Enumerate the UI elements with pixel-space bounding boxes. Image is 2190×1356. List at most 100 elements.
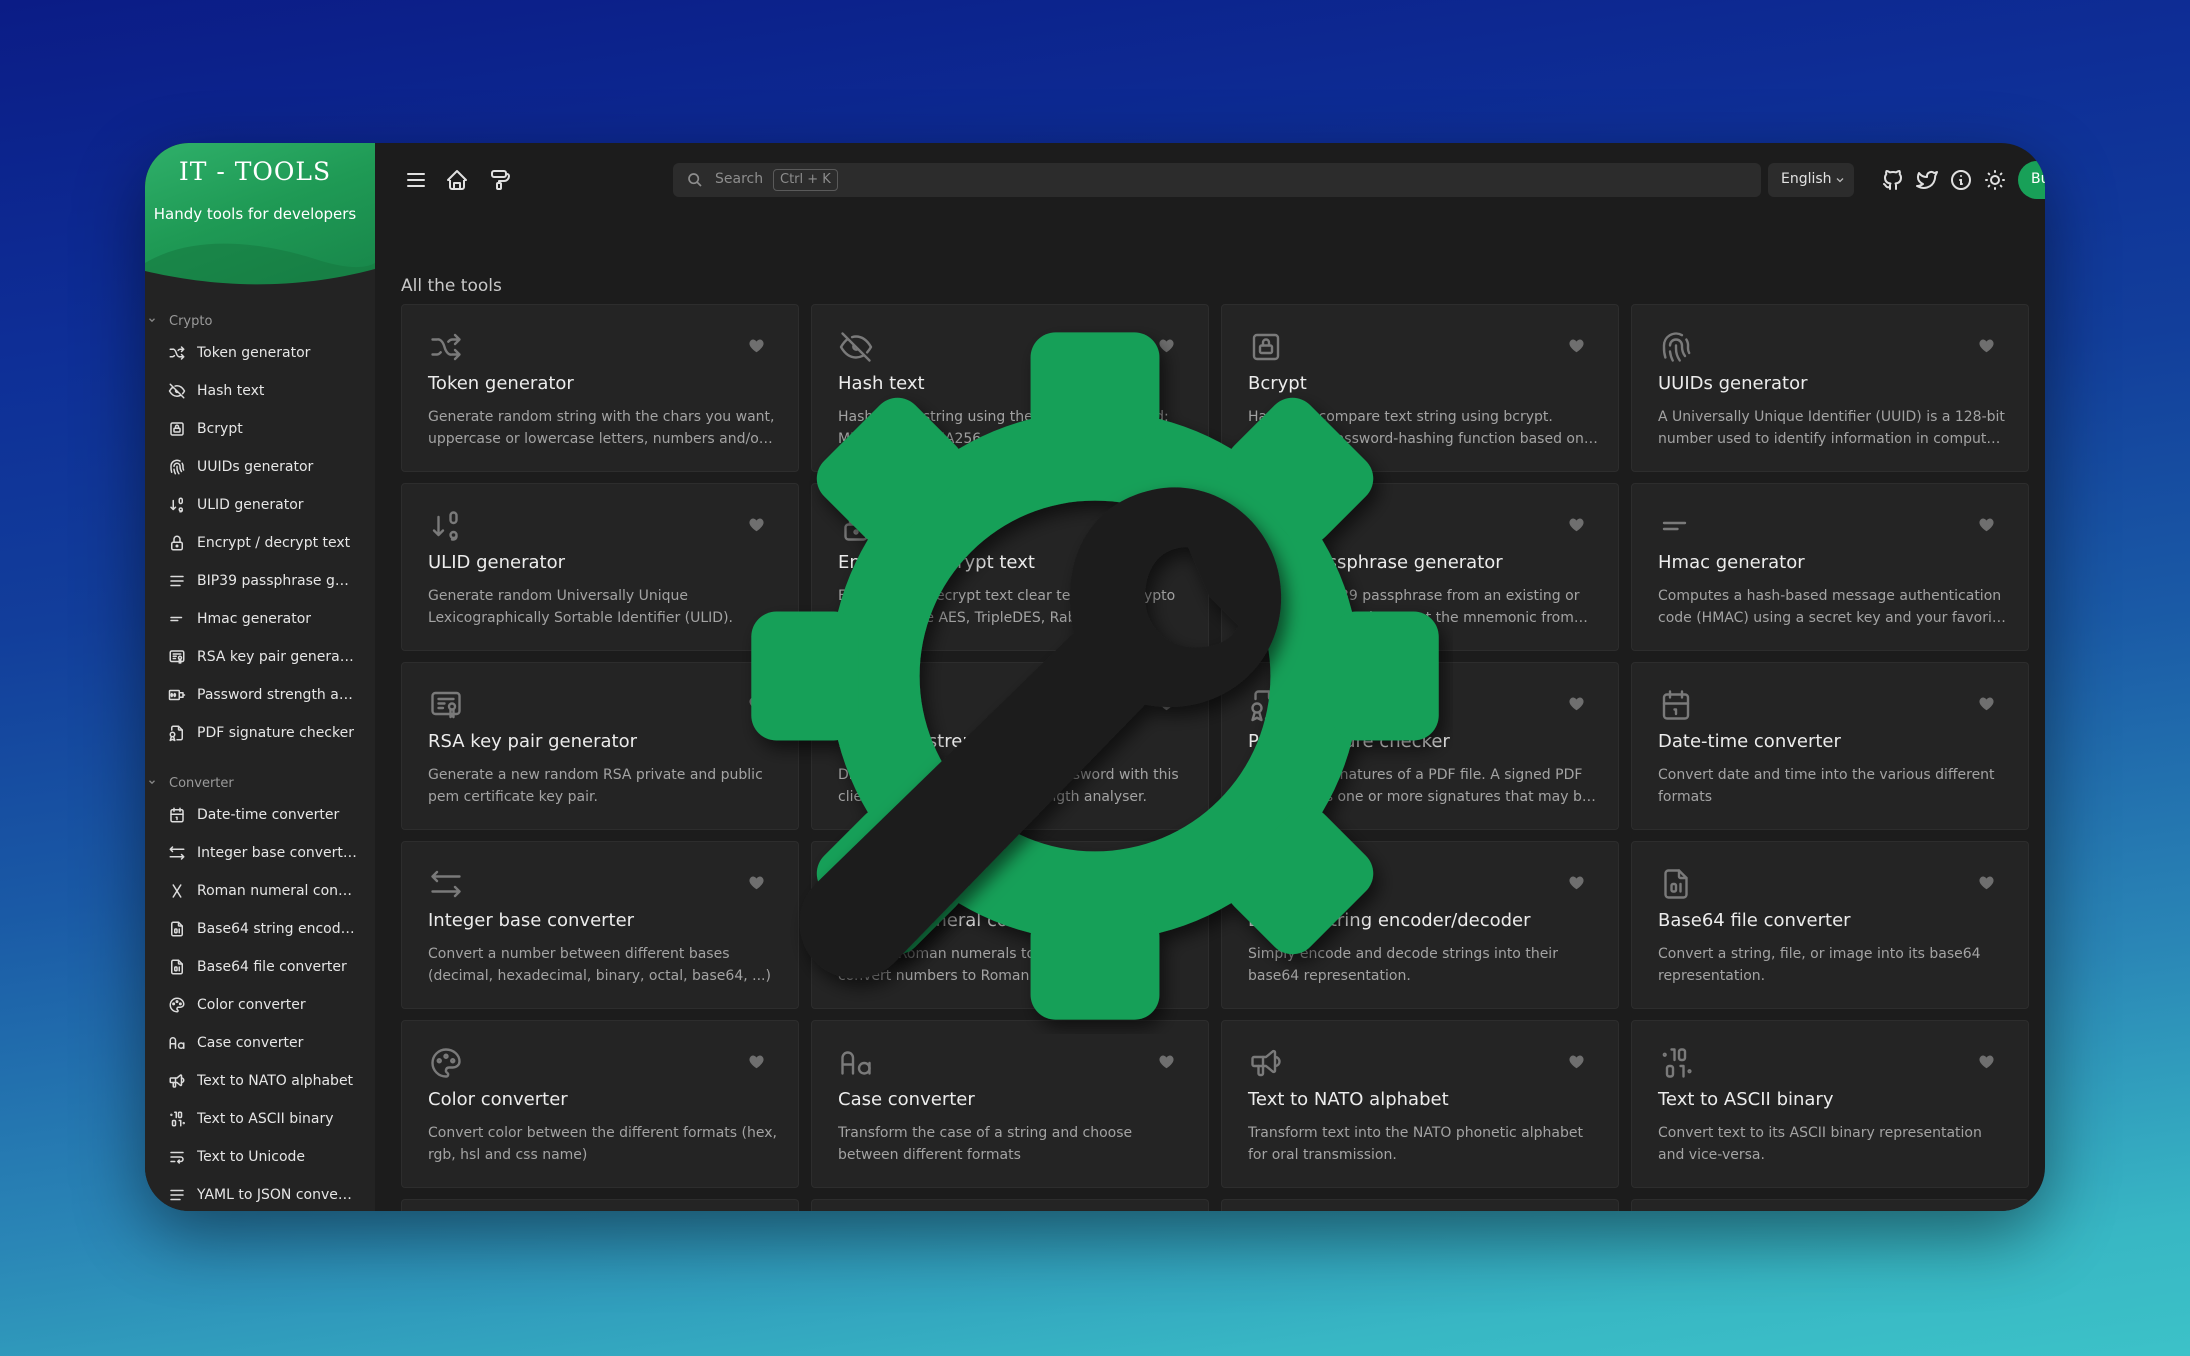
sidebar-item-label: Text to NATO alphabet bbox=[197, 1073, 354, 1089]
sidebar-section-crypto[interactable]: Crypto bbox=[145, 308, 375, 334]
tool-card[interactable]: Encrypt / decrypt text Encrypt and decryp… bbox=[811, 483, 1209, 651]
home-icon[interactable] bbox=[445, 168, 469, 192]
github-icon[interactable] bbox=[1881, 168, 1905, 192]
favorite-heart-icon[interactable] bbox=[1978, 1053, 1995, 1070]
binary-icon bbox=[1658, 1045, 1694, 1081]
favorite-heart-icon[interactable] bbox=[1158, 337, 1175, 354]
tool-card[interactable]: Roman numeral converter Convert Roman num… bbox=[811, 841, 1209, 1009]
tool-card[interactable]: Integer base converter Convert a number b… bbox=[401, 841, 799, 1009]
sidebar-item[interactable]: Base64 file converter bbox=[145, 948, 375, 986]
sidebar-item[interactable]: Integer base converter bbox=[145, 834, 375, 872]
tool-card[interactable]: Bcrypt Hash and compare text string using… bbox=[1221, 304, 1619, 472]
sidebar-item[interactable]: Text to Unicode bbox=[145, 1138, 375, 1176]
tool-card[interactable]: Date-time converter Convert date and time… bbox=[1631, 662, 2029, 830]
favorite-heart-icon[interactable] bbox=[1568, 516, 1585, 533]
short-text-icon bbox=[1658, 508, 1694, 544]
tool-card-description: Simply encode and decode strings into th… bbox=[1248, 946, 1558, 984]
file-digit-icon bbox=[1658, 866, 1694, 902]
certificate-icon bbox=[428, 687, 464, 723]
search-bar[interactable]: Search Ctrl + K bbox=[673, 163, 1761, 197]
sidebar-item[interactable]: Token generator bbox=[145, 334, 375, 372]
sidebar-item[interactable]: RSA key pair generator bbox=[145, 638, 375, 676]
favorite-heart-icon[interactable] bbox=[748, 337, 765, 354]
favorite-heart-icon[interactable] bbox=[1158, 1053, 1175, 1070]
sidebar-item-label: Base64 file converter bbox=[197, 959, 347, 975]
favorite-heart-icon[interactable] bbox=[748, 1053, 765, 1070]
favorite-heart-icon[interactable] bbox=[1158, 516, 1175, 533]
tool-card[interactable]: Password strength analyser Discover the s… bbox=[811, 662, 1209, 830]
tool-card-title: Hash text bbox=[838, 373, 925, 394]
tool-card[interactable]: Text to ASCII binary Convert text to its … bbox=[1631, 1020, 2029, 1188]
tool-card-description: Transform the case of a string and choos… bbox=[838, 1125, 1133, 1163]
sidebar-item[interactable]: Base64 string encoder/decoder bbox=[145, 910, 375, 948]
menu-icon[interactable] bbox=[404, 168, 428, 192]
tool-card[interactable]: ULID generator Generate random Universall… bbox=[401, 483, 799, 651]
twitter-icon[interactable] bbox=[1915, 168, 1939, 192]
tool-card-title: Password strength analyser bbox=[838, 731, 1087, 752]
sidebar-item-label: Date-time converter bbox=[197, 807, 340, 823]
sidebar-item-label: Base64 string encoder/decoder bbox=[197, 921, 357, 937]
tool-card-partial[interactable] bbox=[1221, 1199, 1619, 1211]
favorite-heart-icon[interactable] bbox=[1158, 874, 1175, 891]
fingerprint-icon bbox=[1658, 329, 1694, 365]
tool-card[interactable]: RSA key pair generator Generate a new ran… bbox=[401, 662, 799, 830]
tool-card[interactable]: Hmac generator Computes a hash-based mess… bbox=[1631, 483, 2029, 651]
search-placeholder: Search bbox=[715, 171, 764, 187]
favorite-heart-icon[interactable] bbox=[1978, 874, 1995, 891]
file-digit-icon bbox=[168, 958, 186, 976]
sidebar-item[interactable]: Roman numeral converter bbox=[145, 872, 375, 910]
ui-lib-icon[interactable] bbox=[487, 168, 511, 192]
favorite-heart-icon[interactable] bbox=[1568, 337, 1585, 354]
tool-card[interactable]: PDF signature checker Verify the signatur… bbox=[1221, 662, 1619, 830]
tool-card-description: Hash and compare text string using bcryp… bbox=[1248, 409, 1584, 447]
sidebar-item[interactable]: UUIDs generator bbox=[145, 448, 375, 486]
tool-card[interactable]: Base64 file converter Convert a string, f… bbox=[1631, 841, 2029, 1009]
favorite-heart-icon[interactable] bbox=[748, 516, 765, 533]
tool-card-title: Token generator bbox=[428, 373, 574, 394]
sidebar-item[interactable]: Case converter bbox=[145, 1024, 375, 1062]
sidebar-item[interactable]: ULID generator bbox=[145, 486, 375, 524]
favorite-heart-icon[interactable] bbox=[748, 695, 765, 712]
sidebar-item[interactable]: BIP39 passphrase generator bbox=[145, 562, 375, 600]
favorite-heart-icon[interactable] bbox=[1978, 337, 1995, 354]
sidebar-item[interactable]: Hmac generator bbox=[145, 600, 375, 638]
sidebar-item[interactable]: Date-time converter bbox=[145, 796, 375, 834]
sidebar-item[interactable]: PDF signature checker bbox=[145, 714, 375, 752]
favorite-heart-icon[interactable] bbox=[748, 874, 765, 891]
sidebar-item[interactable]: Password strength analyser bbox=[145, 676, 375, 714]
tool-card[interactable]: Hash text Hash a text string using the fu… bbox=[811, 304, 1209, 472]
buy-me-a-coffee-button[interactable]: Buy me a coffee bbox=[2018, 161, 2045, 199]
tool-card[interactable]: Token generator Generate random string wi… bbox=[401, 304, 799, 472]
info-icon[interactable] bbox=[1949, 168, 1973, 192]
language-select[interactable]: English bbox=[1768, 163, 1854, 197]
tool-card[interactable]: Base64 string encoder/decoder Simply enco… bbox=[1221, 841, 1619, 1009]
tool-card-partial[interactable] bbox=[811, 1199, 1209, 1211]
brand-header[interactable]: IT - TOOLS Handy tools for developers bbox=[145, 143, 375, 293]
brand-title: IT - TOOLS bbox=[178, 157, 332, 186]
sidebar-item[interactable]: Text to ASCII binary bbox=[145, 1100, 375, 1138]
favorite-heart-icon[interactable] bbox=[1978, 695, 1995, 712]
sidebar-item[interactable]: Encrypt / decrypt text bbox=[145, 524, 375, 562]
tool-card-partial[interactable] bbox=[401, 1199, 799, 1211]
favorite-heart-icon[interactable] bbox=[1158, 695, 1175, 712]
favorite-heart-icon[interactable] bbox=[1568, 874, 1585, 891]
tool-card[interactable]: Text to NATO alphabet Transform text into… bbox=[1221, 1020, 1619, 1188]
sidebar-item[interactable]: Bcrypt bbox=[145, 410, 375, 448]
speakerphone-icon bbox=[168, 1072, 186, 1090]
theme-toggle-sun-icon[interactable] bbox=[1983, 168, 2007, 192]
sidebar-section-converter[interactable]: Converter bbox=[145, 770, 375, 796]
favorite-heart-icon[interactable] bbox=[1568, 1053, 1585, 1070]
tool-card[interactable]: UUIDs generator A Universally Unique Iden… bbox=[1631, 304, 2029, 472]
sidebar-item[interactable]: Hash text bbox=[145, 372, 375, 410]
tool-card[interactable]: BIP39 passphrase generator Generate BIP39… bbox=[1221, 483, 1619, 651]
tool-card-partial[interactable] bbox=[1631, 1199, 2029, 1211]
tool-card[interactable]: Color converter Convert color between the… bbox=[401, 1020, 799, 1188]
sidebar-item[interactable]: Color converter bbox=[145, 986, 375, 1024]
sidebar-item-label: Bcrypt bbox=[197, 421, 243, 437]
favorite-heart-icon[interactable] bbox=[1978, 516, 1995, 533]
favorite-heart-icon[interactable] bbox=[1568, 695, 1585, 712]
app-window: IT - TOOLS Handy tools for developers Cr… bbox=[145, 143, 2045, 1211]
sidebar-item[interactable]: Text to NATO alphabet bbox=[145, 1062, 375, 1100]
sidebar-item[interactable]: YAML to JSON converter bbox=[145, 1176, 375, 1211]
tool-card[interactable]: Case converter Transform the case of a st… bbox=[811, 1020, 1209, 1188]
